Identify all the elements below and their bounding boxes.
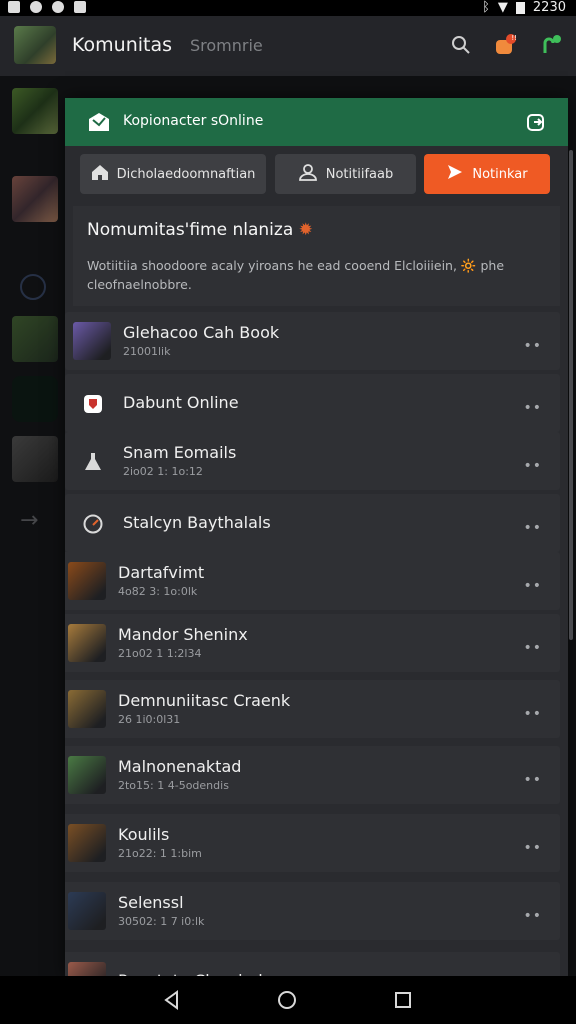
notifications-button[interactable]: Notitiifaab xyxy=(275,154,416,194)
list-item-meta: 2to15: 1 4-5odendis xyxy=(118,779,229,792)
list-item[interactable]: Penotote Cherried•• xyxy=(65,952,560,978)
list-item[interactable]: Demnuniitasc Craenk 26 1i0:0l31 •• xyxy=(65,680,560,738)
notifications-icon[interactable]: !! xyxy=(492,32,518,58)
list-item-meta: 30502: 1 7 i0:lk xyxy=(118,915,205,928)
more-options-icon[interactable]: •• xyxy=(523,706,542,722)
recents-icon[interactable] xyxy=(393,990,413,1010)
notice-card: Nomumitas'fime nlaniza ✹ Wotiitiia shood… xyxy=(73,206,560,306)
more-options-icon[interactable]: •• xyxy=(523,840,542,856)
bluetooth-icon: ᛒ xyxy=(482,0,490,15)
game-thumbnail-6 xyxy=(68,824,106,862)
speedometer-icon xyxy=(81,512,105,536)
app-notification-icon xyxy=(52,1,64,13)
community-panel: Kopionacter sOnline Dicholaedoomnaftian … xyxy=(65,98,568,978)
app-header: Komunitas Sromnrie !! xyxy=(0,16,576,76)
app-notification-icon xyxy=(8,1,20,13)
list-item-meta: 2io02 1: 1o:12 xyxy=(123,465,203,478)
battery-icon xyxy=(515,1,525,14)
search-icon[interactable] xyxy=(448,32,474,58)
game-thumbnail-1 xyxy=(73,322,111,360)
more-options-icon[interactable]: •• xyxy=(523,458,542,474)
more-options-icon[interactable]: •• xyxy=(523,772,542,788)
friends-icon[interactable] xyxy=(538,32,564,58)
dashboard-button[interactable]: Dicholaedoomnaftian xyxy=(80,154,266,194)
list-item[interactable]: Dabunt Online •• xyxy=(65,374,560,432)
list-item[interactable]: Malnonenaktad 2to15: 1 4-5odendis •• xyxy=(65,746,560,804)
list-item-meta: 21o22: 1 1:bim xyxy=(118,847,202,860)
list-item-title: Dartafvimt xyxy=(118,563,205,582)
notification-badge: !! xyxy=(511,34,517,42)
back-icon[interactable] xyxy=(162,990,182,1010)
page-subtitle: Sromnrie xyxy=(190,36,263,55)
list-item[interactable]: Dartafvimt 4o82 3: 1o:0lk •• xyxy=(65,552,560,610)
list-item[interactable]: Stalcyn Baythalals •• xyxy=(65,494,560,552)
list-item[interactable]: Koulils 21o22: 1 1:bim •• xyxy=(65,814,560,872)
notice-body: Wotiitiia shoodoore acaly yiroans he ead… xyxy=(87,258,505,292)
app-notification-icon xyxy=(30,1,42,13)
more-options-icon[interactable]: •• xyxy=(523,640,542,656)
wifi-icon: ▼ xyxy=(497,0,508,15)
exit-icon[interactable] xyxy=(526,112,546,136)
shield-logo-icon xyxy=(81,392,105,416)
list-item[interactable]: Selenssl 30502: 1 7 i0:lk •• xyxy=(65,882,560,940)
user-outline-icon xyxy=(298,162,318,186)
notification-icons xyxy=(8,1,86,13)
list-item-title: Selenssl xyxy=(118,893,184,912)
more-options-icon[interactable]: •• xyxy=(523,520,542,536)
clock: 2230 xyxy=(532,0,566,15)
envelope-icon xyxy=(87,110,111,138)
list-item-title: Malnonenaktad xyxy=(118,757,242,776)
list-item-title: Koulils xyxy=(118,825,170,844)
list-item-title: Glehacoo Cah Book xyxy=(123,323,280,342)
scrollbar[interactable] xyxy=(569,150,573,640)
panel-title: Kopionacter sOnline xyxy=(123,113,264,129)
list-item-meta: 21001lik xyxy=(123,345,171,358)
game-controller-icon xyxy=(74,1,86,13)
notice-heading: Nomumitas'fime nlaniza ✹ xyxy=(87,220,313,240)
game-thumbnail-4 xyxy=(68,690,106,728)
panel-header: Kopionacter sOnline xyxy=(65,98,568,146)
home-nav-icon[interactable] xyxy=(277,990,297,1010)
more-options-icon[interactable]: •• xyxy=(523,400,542,416)
list-item-title: Demnuniitasc Craenk xyxy=(118,691,291,710)
notinkar-button[interactable]: Notinkar xyxy=(424,154,550,194)
list-item-title: Snam Eomails xyxy=(123,443,237,462)
sun-icon: ✹ xyxy=(298,220,313,240)
more-options-icon[interactable]: •• xyxy=(523,908,542,924)
list-item-title: Mandor Sheninx xyxy=(118,625,248,644)
community-logo[interactable] xyxy=(14,26,56,64)
list-item[interactable]: Glehacoo Cah Book 21001lik •• xyxy=(65,312,560,370)
list-item-meta: 21o02 1 1:2l34 xyxy=(118,647,202,660)
game-thumbnail-7 xyxy=(68,892,106,930)
list-item-title: Stalcyn Baythalals xyxy=(123,513,271,532)
page-title: Komunitas xyxy=(72,34,173,56)
notifications-button-label: Notitiifaab xyxy=(325,166,394,182)
notinkar-button-label: Notinkar xyxy=(472,166,528,182)
flask-icon xyxy=(81,450,105,474)
list-item[interactable]: Snam Eomails 2io02 1: 1o:12 •• xyxy=(65,432,560,490)
list-item[interactable]: Mandor Sheninx 21o02 1 1:2l34 •• xyxy=(65,614,560,672)
game-thumbnail-3 xyxy=(68,624,106,662)
more-options-icon[interactable]: •• xyxy=(523,578,542,594)
status-bar: ᛒ ▼ 2230 xyxy=(0,0,576,16)
dashboard-button-label: Dicholaedoomnaftian xyxy=(116,166,256,182)
navigation-bar xyxy=(0,976,576,1024)
home-icon xyxy=(91,163,109,185)
list-item-meta: 4o82 3: 1o:0lk xyxy=(118,585,198,598)
game-thumbnail-5 xyxy=(68,756,106,794)
list-item-meta: 26 1i0:0l31 xyxy=(118,713,181,726)
more-options-icon[interactable]: •• xyxy=(523,338,542,354)
game-thumbnail-2 xyxy=(68,562,106,600)
list-item-title: Dabunt Online xyxy=(123,393,239,412)
send-icon xyxy=(446,163,464,185)
